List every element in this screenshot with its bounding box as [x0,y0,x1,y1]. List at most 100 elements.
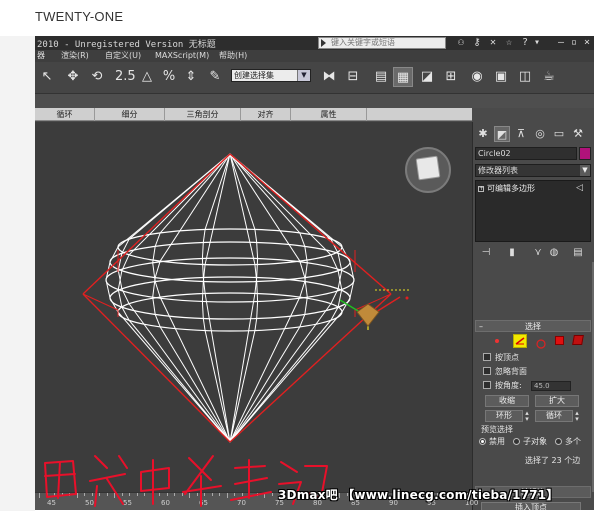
preview-multi-radio[interactable] [555,438,562,445]
ribbon-tab-triangulate[interactable]: 三角剖分 [165,108,241,121]
graphite-toggle-icon[interactable]: ▦ [393,67,413,87]
tools-icon[interactable]: ✕ [487,37,499,49]
hierarchy-tab-icon[interactable]: ⊼ [513,126,529,142]
edge-segment [256,242,259,259]
ribbon-tab-subdivide[interactable]: 细分 [95,108,165,121]
menu-item-maxscript[interactable]: MAXScript(M) [155,50,209,62]
search-arrow-icon[interactable] [321,39,326,47]
binoculars-icon[interactable]: ⚇ [455,37,467,49]
loop-button[interactable]: 循环 [535,410,573,422]
configure-sets-icon[interactable]: ▤ [571,246,585,260]
by-angle-checkbox[interactable] [483,381,491,389]
by-angle-label: 按角度: [495,381,522,390]
select-tool-icon[interactable]: ↖ [37,67,57,87]
track-tick-mark [234,493,235,496]
help-icon[interactable]: ? [519,37,531,49]
viewcube-icon[interactable] [405,147,451,193]
pin-stack-icon[interactable]: ⊣ [479,246,493,260]
object-color-swatch[interactable] [579,147,591,160]
expand-icon[interactable]: + [478,185,484,192]
ignore-backfacing-checkbox[interactable] [483,367,491,375]
menu-item-render[interactable]: 渲染(R) [61,50,89,62]
track-tick-mark [249,493,250,496]
render-frame-icon[interactable]: ◫ [515,67,535,87]
ribbon-tab-properties[interactable]: 属性 [291,108,367,121]
track-tick-mark [174,493,175,496]
align-icon[interactable]: ⊟ [343,67,363,87]
spinner-snap-icon[interactable]: ⇕ [181,67,201,87]
remove-modifier-icon[interactable]: ◍ [547,246,561,260]
move-icon[interactable]: ✥ [63,67,83,87]
utilities-tab-icon[interactable]: ⚒ [570,126,586,142]
ribbon-tab-align[interactable]: 对齐 [241,108,291,121]
shrink-button[interactable]: 收缩 [485,395,529,407]
loop-spinner-icon[interactable]: ▴ ▾ [573,410,581,423]
selection-rollout-header[interactable]: – 选择 [475,320,591,332]
track-tick-mark [76,493,78,498]
grow-button[interactable]: 扩大 [535,395,579,407]
modifier-list-label: 修改器列表 [478,166,518,175]
ribbon-tab-loop[interactable]: 循环 [35,108,95,121]
restore-button[interactable]: ▫ [568,37,580,49]
border-mode-icon[interactable] [535,335,547,349]
edge-mode-icon[interactable] [513,334,527,348]
object-name-field[interactable]: Circle02 [475,147,577,160]
polygon-mode-icon[interactable] [555,336,564,345]
stack-item-editable-poly[interactable]: + 可编辑多边形 ◁ [478,183,588,194]
ring-spinner-icon[interactable]: ▴ ▾ [523,410,531,423]
panel-scrollbar[interactable] [592,262,594,492]
layer-icon[interactable]: ▤ [371,67,391,87]
dropdown-arrow-icon[interactable]: ▼ [580,165,590,176]
star-icon[interactable]: ☆ [503,37,515,49]
edge-segment [299,260,306,278]
menu-item-help[interactable]: 帮助(H) [219,50,247,62]
motion-tab-icon[interactable]: ◎ [532,126,548,142]
snap-icon[interactable]: 2.5 [115,67,136,87]
curve-editor-icon[interactable]: ◪ [417,67,437,87]
menu-item-tools[interactable]: 器 [37,50,45,62]
mirror-icon[interactable]: ⧓ [319,67,339,87]
edge-segment [229,319,332,443]
selected-edge [229,153,392,295]
percent-snap-icon[interactable]: % [159,67,179,87]
edit-named-sel-icon[interactable]: ✎ [205,67,225,87]
show-end-icon[interactable]: ▮ [505,246,519,260]
track-tick-mark [189,493,190,498]
menu-item-customize[interactable]: 自定义(U) [105,50,141,62]
rotate-icon[interactable]: ⟲ [87,67,107,87]
help-dropdown-icon[interactable]: ▾ [531,37,543,49]
perspective-viewport[interactable] [35,122,472,492]
element-mode-icon[interactable] [572,335,584,345]
schematic-icon[interactable]: ⊞ [441,67,461,87]
make-unique-icon[interactable]: ⋎ [531,246,545,260]
edge-segment [202,318,206,331]
by-vertex-checkbox[interactable] [483,353,491,361]
close-button[interactable]: × [581,37,593,49]
track-tick-mark [39,493,40,498]
display-tab-icon[interactable]: ▭ [551,126,567,142]
track-tick-mark [271,493,273,496]
angle-spinner[interactable]: 45.0 [531,381,571,391]
search-input[interactable]: 键入关键字或短语 [318,37,446,49]
preview-subobj-radio[interactable] [513,438,520,445]
track-tick-mark [46,493,48,496]
create-tab-icon[interactable]: ✱ [475,126,491,142]
vertex-mode-icon[interactable] [491,335,503,347]
viewcube-face[interactable] [415,155,441,181]
ring-button[interactable]: 环形 [485,410,523,422]
render-setup-icon[interactable]: ▣ [491,67,511,87]
edge-segment [299,281,306,298]
material-editor-icon[interactable]: ◉ [467,67,487,87]
track-tick-mark [144,493,145,496]
minimize-button[interactable]: – [555,37,567,49]
preview-off-radio[interactable] [479,438,486,445]
modifier-list-dropdown[interactable]: 修改器列表 ▼ [475,164,591,177]
insert-vertex-button[interactable]: 插入顶点 [481,502,581,510]
dropdown-arrow-icon[interactable]: ▼ [297,70,310,81]
edge-segment [330,288,339,304]
render-icon[interactable]: ☕ [539,67,559,87]
key-icon[interactable]: ⚷ [471,37,483,49]
edge-segment [117,289,123,308]
modify-tab-icon[interactable]: ◩ [494,126,510,142]
angle-snap-icon[interactable]: △ [137,67,157,87]
